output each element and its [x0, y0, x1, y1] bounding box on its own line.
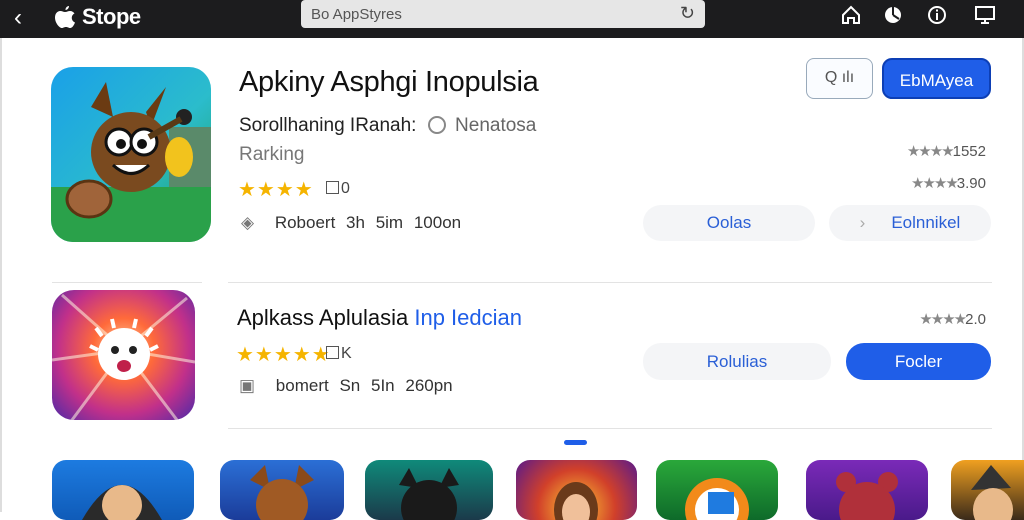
info-icon[interactable]: [926, 4, 948, 26]
logo-thumbnail-icon: [685, 478, 749, 520]
reload-icon[interactable]: ↻: [680, 3, 695, 24]
app-thumbnail[interactable]: [220, 460, 344, 520]
app-thumbnail[interactable]: [365, 460, 493, 520]
fox-thumbnail-icon: [250, 465, 314, 520]
tertiary-button-label: Eolnnikel: [891, 213, 961, 232]
star-rating-1: ★★★★: [238, 179, 314, 201]
app-icon-1[interactable]: [51, 67, 211, 242]
app-icon-2[interactable]: [52, 290, 195, 420]
secondary-button-1[interactable]: Oolas: [643, 205, 815, 241]
app-title-2-text: Aplkass Aplulasia: [237, 305, 409, 330]
primary-button-2[interactable]: Focler: [846, 343, 991, 380]
right-rating-value: 3.90: [956, 175, 986, 192]
meta-item: 100on: [413, 213, 462, 232]
app-thumbnail[interactable]: [656, 460, 778, 520]
meta-item: 5im: [375, 213, 404, 232]
rating-count-value: 0: [341, 180, 350, 197]
app-title-1[interactable]: Apkiny Asphgi Inopulsia: [239, 66, 539, 99]
rating-count-1: 0: [326, 180, 350, 198]
app-subtitle-1: Sorollhaning IRanah: Nenatosa: [239, 115, 536, 137]
top-bar: ‹ Stope Bo AppStyres ↻: [0, 0, 1024, 38]
character-thumbnail-icon: [82, 485, 162, 520]
meta-item: Sn: [339, 376, 361, 395]
app-thumbnail[interactable]: [52, 460, 194, 520]
rating-count-2: K: [326, 345, 352, 363]
review-icon: [326, 346, 339, 359]
divider: [52, 282, 202, 283]
right-rating-2: ★★★★3.90: [911, 174, 986, 192]
store-label: Stope: [82, 4, 141, 29]
grey-stars-icon: ★★★★: [906, 143, 955, 160]
divider: [228, 428, 992, 429]
review-icon: [326, 181, 339, 194]
app-thumbnail[interactable]: [951, 460, 1024, 520]
right-rating-value: 1552: [952, 143, 986, 160]
grey-stars-icon: ★★★★: [911, 175, 959, 192]
app-thumbnail[interactable]: [516, 460, 637, 520]
portrait-thumbnail-icon: [554, 482, 598, 520]
screen-icon[interactable]: [974, 4, 996, 26]
hero-thumbnail-icon: [971, 465, 1013, 520]
tag-icon: ◈: [241, 213, 255, 232]
app-thumbnail[interactable]: [806, 460, 928, 520]
monster-illustration-icon: [52, 293, 195, 420]
right-rating-value: 2.0: [965, 311, 986, 328]
meta-item: bomert: [275, 376, 329, 395]
grey-stars-icon: ★★★★: [919, 311, 967, 328]
address-bar[interactable]: Bo AppStyres ↻: [301, 0, 705, 28]
meta-item: Roboert: [274, 213, 336, 232]
cat-thumbnail-icon: [399, 468, 459, 520]
meta-item: 5In: [370, 376, 395, 395]
ranking-label: Rarking: [239, 144, 305, 165]
right-rating-3: ★★★★2.0: [919, 310, 986, 328]
monster-thumbnail-icon: [836, 472, 898, 520]
page-indicator[interactable]: [564, 440, 587, 445]
media-icon: ▣: [239, 376, 256, 395]
app-subtitle-secondary: Nenatosa: [455, 115, 537, 136]
star-rating-2: ★★★★★: [236, 344, 331, 366]
address-text: Bo AppStyres: [311, 6, 402, 23]
creature-illustration-icon: [51, 82, 211, 242]
right-rating-1: ★★★★1552: [907, 142, 986, 160]
app-subtitle-text: Sorollhaning IRanah:: [239, 115, 417, 136]
meta-item: 260pn: [405, 376, 453, 395]
secondary-button-2[interactable]: Rolulias: [643, 343, 831, 380]
meta-item: 3h: [346, 213, 365, 232]
app-meta-2: ▣ bomert Sn 5In 260pn: [239, 376, 453, 396]
tertiary-button-1[interactable]: › Eolnnikel: [829, 205, 991, 241]
clock-icon: [427, 116, 446, 134]
divider: [228, 282, 992, 283]
app-title-2[interactable]: Aplkass Aplulasia Inp Iedcian: [237, 305, 522, 331]
rating-count-value: K: [341, 345, 352, 362]
search-button[interactable]: Q ılı: [806, 58, 873, 99]
chevron-right-icon: ›: [859, 213, 866, 232]
app-title-2-highlight: Inp Iedcian: [414, 305, 522, 330]
back-icon[interactable]: ‹: [14, 5, 22, 31]
pie-chart-icon[interactable]: [882, 4, 904, 26]
header-action-button[interactable]: EbMAyea: [882, 58, 991, 99]
home-icon[interactable]: [840, 4, 862, 26]
apple-logo-icon: [55, 6, 75, 28]
app-meta-1: ◈ Roboert 3h 5im 100on: [241, 213, 461, 233]
